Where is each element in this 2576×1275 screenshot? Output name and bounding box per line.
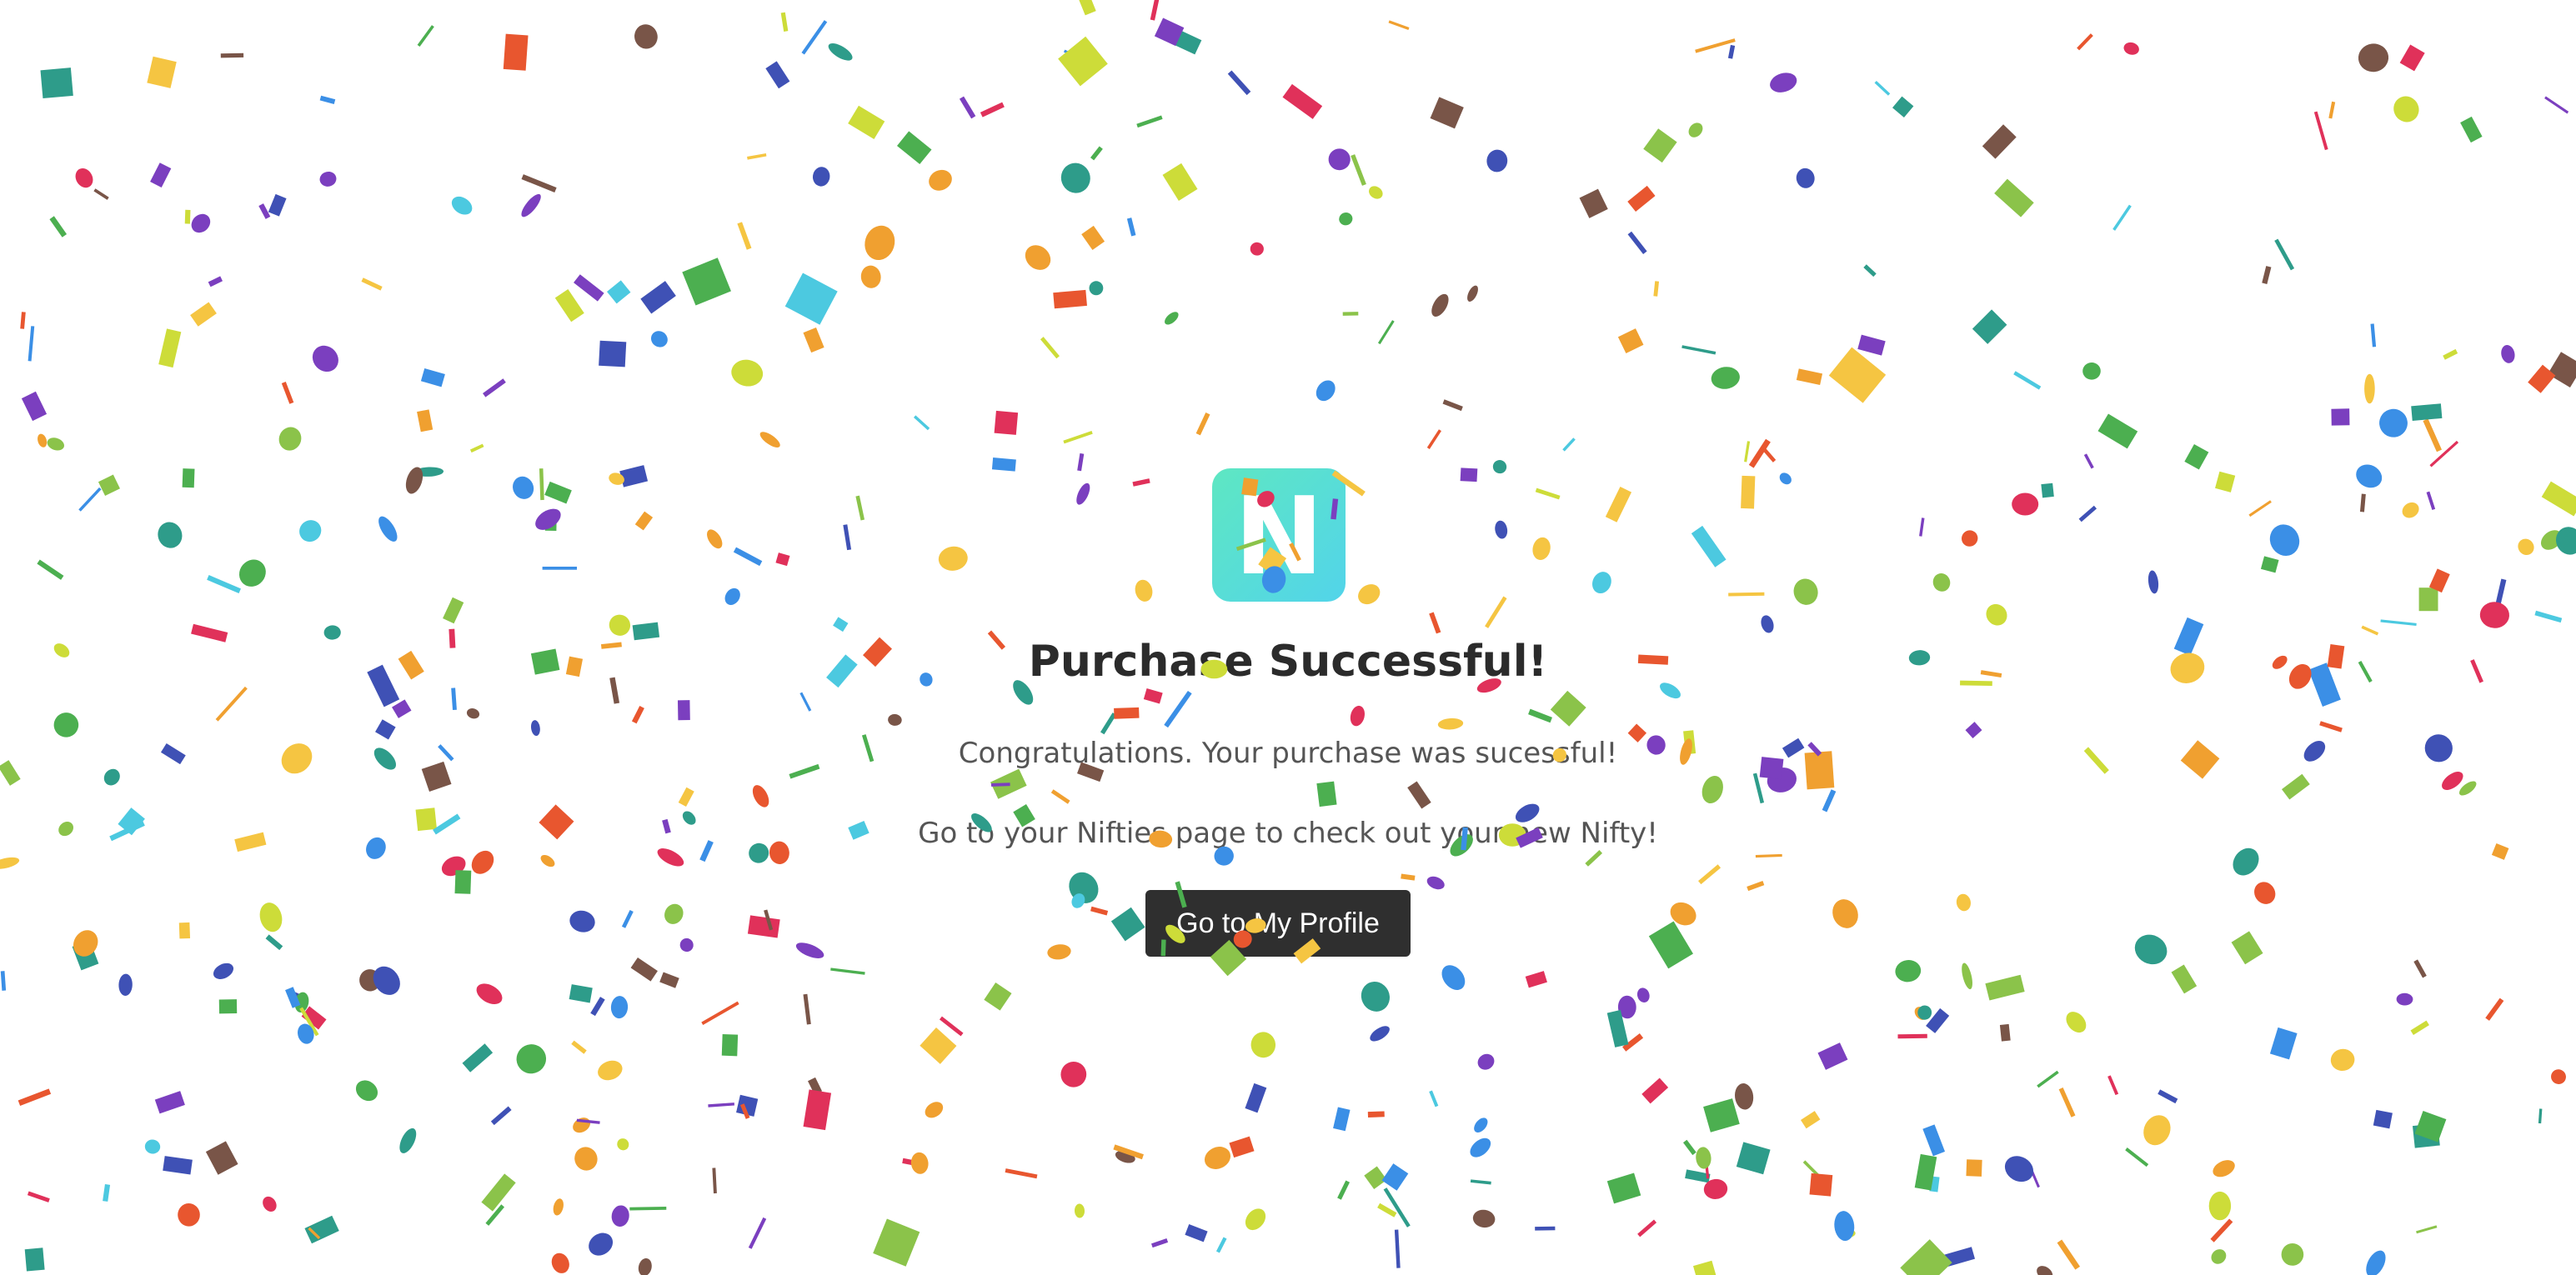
go-to-profile-button[interactable]: Go to My Profile — [1145, 890, 1411, 957]
nifty-logo-icon: N — [1212, 468, 1346, 602]
page-title: Purchase Successful! — [1028, 637, 1548, 687]
success-panel: N Purchase Successful! Congratulations. … — [0, 0, 2576, 1275]
purchase-success-screen: N Purchase Successful! Congratulations. … — [0, 0, 2576, 1275]
logo-letter: N — [1234, 475, 1324, 599]
instruction-message: Go to your Nifties page to check out you… — [918, 817, 1658, 850]
congrats-message: Congratulations. Your purchase was suces… — [958, 737, 1618, 770]
